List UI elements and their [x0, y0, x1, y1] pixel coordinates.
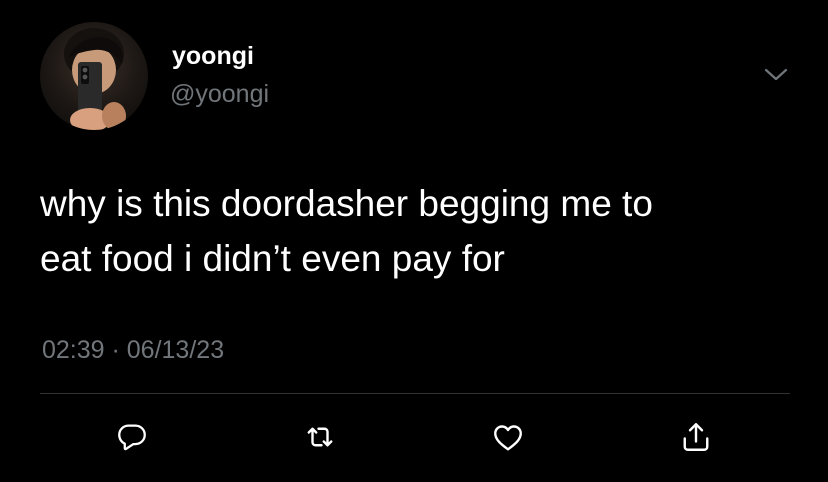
tweet-timestamp[interactable]: 02:39 · 06/13/23: [42, 338, 224, 363]
retweet-icon: [307, 427, 333, 447]
avatar[interactable]: [40, 22, 148, 130]
share-icon: [683, 423, 709, 451]
retweet-button[interactable]: [299, 416, 341, 458]
heart-icon: [494, 425, 522, 451]
divider: [40, 393, 790, 394]
tweet-text: why is this doordasher begging me to eat…: [40, 183, 653, 279]
user-handle[interactable]: @yoongi: [170, 82, 269, 107]
avatar-photo: [64, 28, 126, 130]
reply-icon: [118, 424, 146, 451]
share-button[interactable]: [675, 416, 717, 458]
chevron-down-icon[interactable]: [760, 64, 792, 86]
like-button[interactable]: [487, 416, 529, 458]
display-name[interactable]: yoongi: [172, 44, 254, 69]
reply-button[interactable]: [111, 416, 153, 458]
